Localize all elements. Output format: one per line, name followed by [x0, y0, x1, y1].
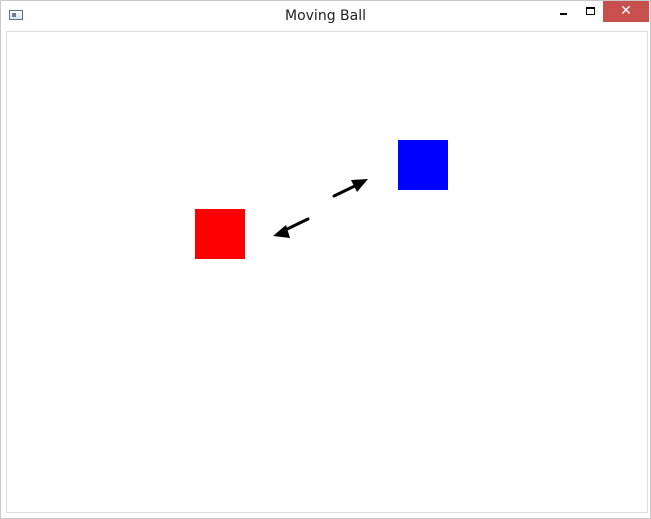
arrow-down-left-icon	[273, 217, 310, 238]
app-window: Moving Ball ✕	[0, 0, 651, 519]
motion-arrows	[273, 179, 368, 238]
red-square	[195, 209, 245, 259]
close-icon: ✕	[620, 3, 632, 19]
title-bar[interactable]: Moving Ball ✕	[1, 1, 650, 31]
minimize-button[interactable]	[551, 1, 575, 22]
drawing-area[interactable]	[6, 31, 648, 513]
close-button[interactable]: ✕	[603, 1, 649, 22]
arrow-up-right-icon	[332, 179, 368, 198]
blue-square	[398, 140, 448, 190]
maximize-button[interactable]	[579, 1, 603, 22]
